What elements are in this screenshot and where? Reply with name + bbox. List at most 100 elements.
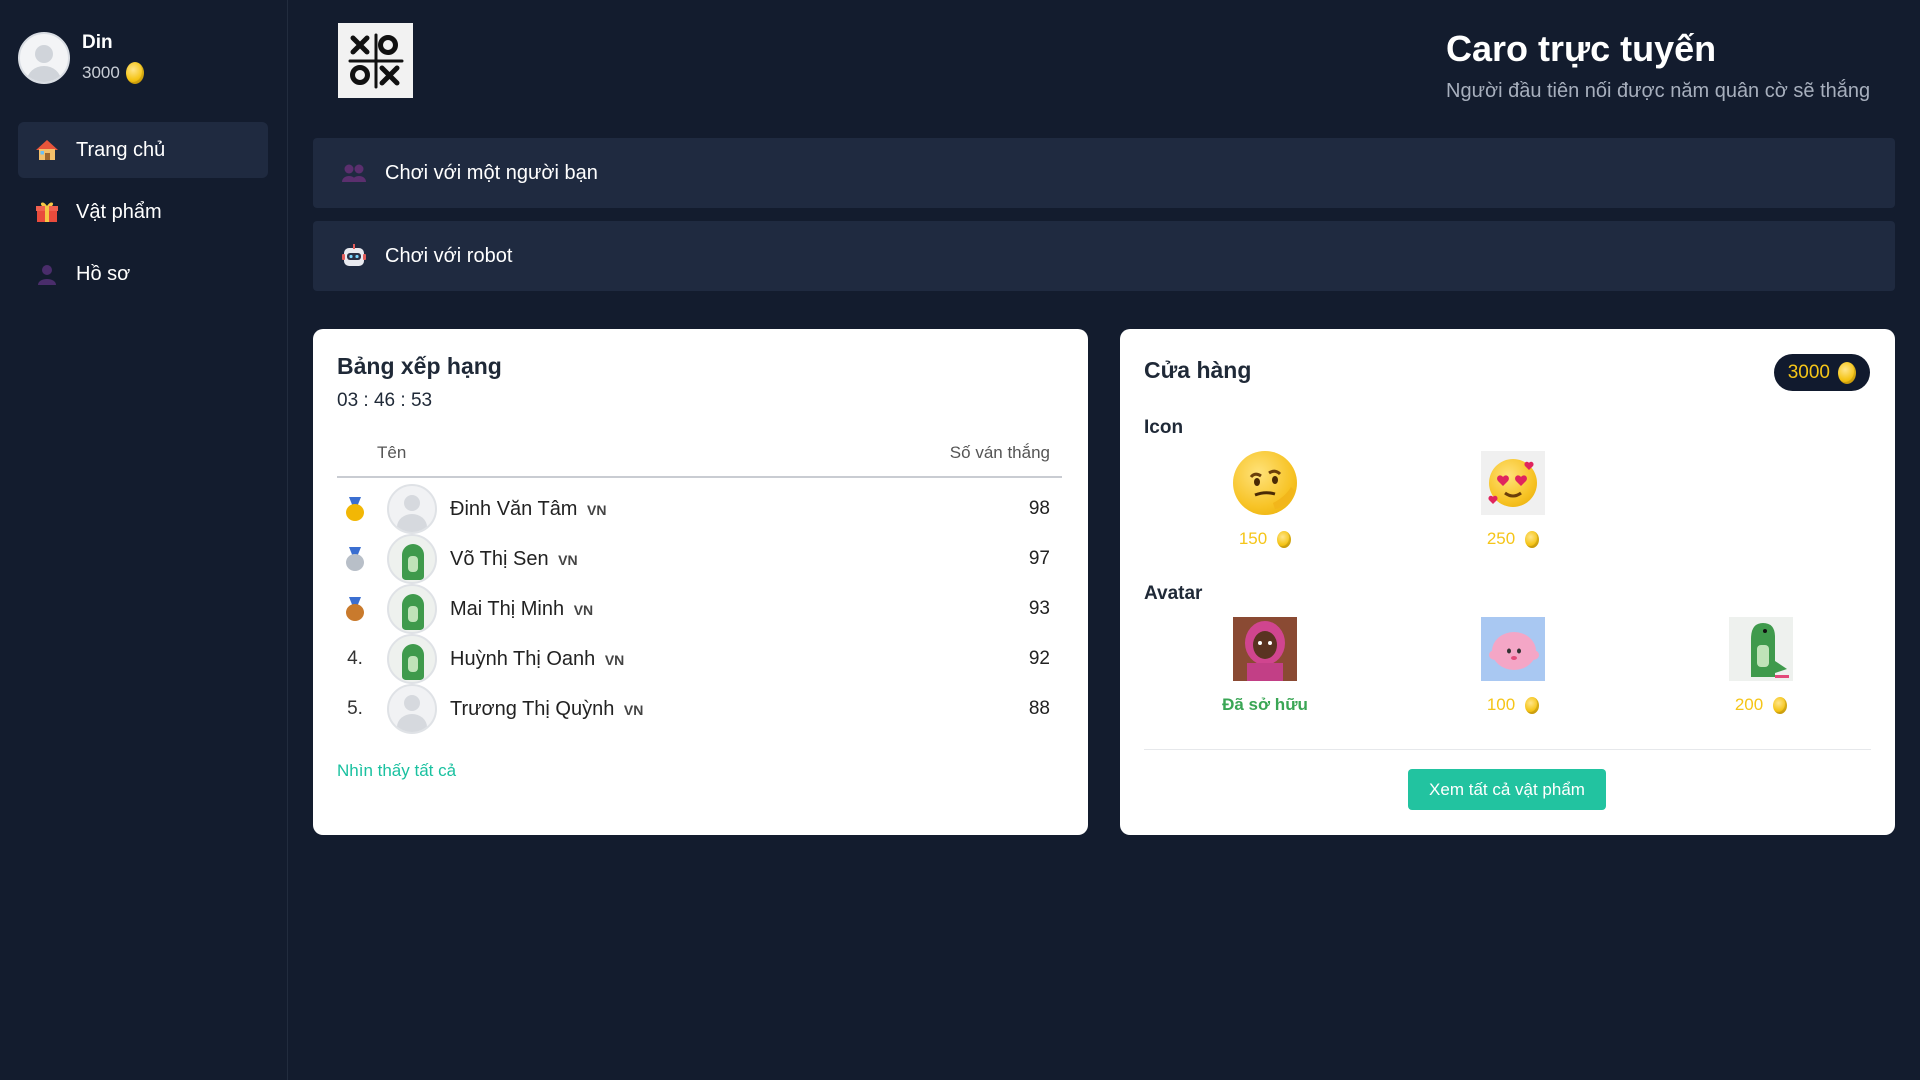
shop-card: Cửa hàng 3000 Icon 150 250 Avatar Đã sở … xyxy=(1120,329,1895,835)
home-icon xyxy=(34,137,60,163)
user-profile[interactable]: Din 3000 xyxy=(18,32,144,84)
leaderboard-header: Bảng xếp hạng 03 : 46 : 53 xyxy=(337,353,502,412)
player-wins: 88 xyxy=(1028,698,1050,719)
play-with-friend-label: Chơi với một người bạn xyxy=(385,161,598,184)
user-coin-balance: 3000 xyxy=(82,62,144,84)
player-name-text: Đinh Văn Tâm xyxy=(450,497,578,520)
item-price-value: 250 xyxy=(1486,529,1516,548)
item-price-value: 200 xyxy=(1734,695,1764,714)
user-info: Din 3000 xyxy=(82,32,144,84)
item-price-value: 100 xyxy=(1486,695,1516,714)
costume-kid-avatar-icon xyxy=(1233,617,1297,681)
column-name-header: Tên xyxy=(377,443,407,462)
shop-item-icon-2[interactable]: 250 xyxy=(1443,451,1583,549)
bronze-medal-icon xyxy=(346,597,364,621)
shop-item-avatar-3[interactable]: 200 xyxy=(1691,617,1831,715)
country-flag: VN xyxy=(558,551,578,568)
table-row[interactable]: 4. Huỳnh Thị Oanh VN 92 xyxy=(337,634,1062,684)
view-all-items-button[interactable]: Xem tất cả vật phẩm xyxy=(1408,769,1606,810)
avatar[interactable] xyxy=(387,584,437,634)
gift-icon xyxy=(34,199,60,225)
sidebar-nav: Trang chủ Vật phẩm Hồ sơ xyxy=(18,122,268,308)
table-row[interactable]: 5. Trương Thị Quỳnh VN 88 xyxy=(337,684,1062,734)
coin-icon xyxy=(1525,696,1540,714)
play-with-friend-button[interactable]: Chơi với một người bạn xyxy=(313,138,1895,208)
robot-icon xyxy=(340,242,368,270)
silver-medal-icon xyxy=(346,547,364,571)
green-dino-avatar-icon xyxy=(1729,617,1793,681)
player-name-text: Mai Thị Minh xyxy=(450,597,565,620)
shop-title: Cửa hàng xyxy=(1144,357,1252,383)
country-flag: VN xyxy=(623,701,644,718)
caro-logo[interactable] xyxy=(338,23,413,98)
sidebar-item-items[interactable]: Vật phẩm xyxy=(18,184,268,240)
shop-item-icon-1[interactable]: 150 xyxy=(1195,451,1335,549)
thinking-face-emoji-icon xyxy=(1233,451,1297,515)
see-all-link[interactable]: Nhìn thấy tất cả xyxy=(337,761,456,781)
item-price: 150 xyxy=(1195,529,1335,549)
country-flag: VN xyxy=(573,601,594,618)
leaderboard-rows: Đinh Văn Tâm VN 98 Võ Thị Sen VN 97 Mai … xyxy=(337,484,1062,734)
item-price: 250 xyxy=(1443,529,1583,549)
play-with-robot-label: Chơi với robot xyxy=(385,244,513,267)
avatar[interactable] xyxy=(387,534,437,584)
country-flag: VN xyxy=(604,651,625,668)
rank-cell: 5. xyxy=(347,698,363,719)
shop-coin-balance: 3000 xyxy=(1773,354,1870,391)
leaderboard-timer: 03 : 46 : 53 xyxy=(337,390,433,411)
heart-eyes-emoji-icon xyxy=(1481,451,1545,515)
header-title-block: Caro trực tuyến Người đầu tiên nối được … xyxy=(1446,28,1870,103)
player-wins: 93 xyxy=(1028,598,1050,619)
column-wins-header: Số ván thắng xyxy=(949,443,1050,462)
leaderboard-column-headers: Tên Số ván thắng xyxy=(337,441,1062,478)
rank-cell xyxy=(337,497,373,521)
shop-item-avatar-2[interactable]: 100 xyxy=(1443,617,1583,715)
coin-icon xyxy=(1838,361,1856,384)
player-wins: 97 xyxy=(1028,548,1050,569)
avatar-section-title: Avatar xyxy=(1144,583,1203,604)
rank-cell xyxy=(337,547,373,571)
user-coin-amount: 3000 xyxy=(82,63,120,82)
play-with-robot-button[interactable]: Chơi với robot xyxy=(313,221,1895,291)
item-price-value: 150 xyxy=(1238,529,1268,548)
avatar[interactable] xyxy=(387,634,437,684)
sidebar: Din 3000 Trang chủ Vật phẩm Hồ sơ xyxy=(0,0,288,1080)
sidebar-item-label: Hồ sơ xyxy=(76,262,131,285)
player-wins: 92 xyxy=(1028,648,1050,669)
coin-icon xyxy=(125,62,144,84)
avatar[interactable] xyxy=(387,484,437,534)
avatar[interactable] xyxy=(387,684,437,734)
friends-icon xyxy=(340,159,368,187)
shop-item-avatar-1[interactable]: Đã sở hữu xyxy=(1195,617,1335,715)
xo-logo-icon xyxy=(348,33,403,88)
player-name-text: Võ Thị Sen xyxy=(450,547,549,570)
dino-avatar-icon xyxy=(402,594,424,630)
table-row[interactable]: Đinh Văn Tâm VN 98 xyxy=(337,484,1062,534)
coin-icon xyxy=(1525,530,1540,548)
table-row[interactable]: Mai Thị Minh VN 93 xyxy=(337,584,1062,634)
player-name: Trương Thị Quỳnh VN xyxy=(450,698,643,721)
player-name: Đinh Văn Tâm VN xyxy=(450,498,607,521)
sidebar-item-profile[interactable]: Hồ sơ xyxy=(18,246,268,302)
dino-avatar-icon xyxy=(402,544,424,580)
player-name: Huỳnh Thị Oanh VN xyxy=(450,648,624,671)
player-name-text: Huỳnh Thị Oanh xyxy=(450,647,596,670)
player-wins: 98 xyxy=(1028,498,1050,519)
leaderboard-title: Bảng xếp hạng xyxy=(337,353,502,379)
icon-section-title: Icon xyxy=(1144,417,1184,438)
item-price: 200 xyxy=(1691,695,1831,715)
player-name: Mai Thị Minh VN xyxy=(450,598,593,621)
leaderboard-card: Bảng xếp hạng 03 : 46 : 53 Tên Số ván th… xyxy=(313,329,1088,835)
dino-avatar-icon xyxy=(402,644,424,680)
country-flag: VN xyxy=(587,501,607,518)
table-row[interactable]: Võ Thị Sen VN 97 xyxy=(337,534,1062,584)
player-name-text: Trương Thị Quỳnh xyxy=(450,697,615,720)
item-price: 100 xyxy=(1443,695,1583,715)
rank-cell xyxy=(337,597,373,621)
sidebar-item-label: Vật phẩm xyxy=(76,200,162,223)
gold-medal-icon xyxy=(346,497,364,521)
app-root: Din 3000 Trang chủ Vật phẩm Hồ sơ Caro t… xyxy=(0,0,1920,1080)
sidebar-item-home[interactable]: Trang chủ xyxy=(18,122,268,178)
user-avatar[interactable] xyxy=(18,32,70,84)
coin-icon xyxy=(1773,696,1788,714)
